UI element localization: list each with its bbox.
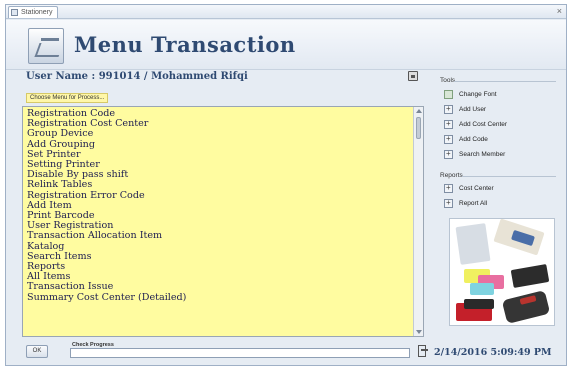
plus-icon bbox=[444, 104, 453, 114]
side-button-add-user[interactable]: Add User bbox=[444, 104, 554, 116]
stationery-image bbox=[449, 218, 555, 326]
document-tab[interactable]: Stationery bbox=[8, 6, 58, 18]
title-bar: Stationery × bbox=[6, 5, 566, 19]
side-button-label: Add Cost Center bbox=[459, 121, 508, 128]
side-button-search-member[interactable]: Search Member bbox=[444, 149, 554, 161]
vertical-scrollbar[interactable] bbox=[413, 107, 423, 336]
menu-item[interactable]: Registration Error Code bbox=[27, 190, 419, 201]
datetime-display: 2/14/2016 5:09:49 PM bbox=[434, 347, 552, 358]
stapler-shape bbox=[510, 264, 550, 288]
ok-button[interactable]: OK bbox=[26, 345, 48, 358]
close-icon[interactable]: × bbox=[557, 5, 562, 18]
side-button-add-cost-center[interactable]: Add Cost Center bbox=[444, 119, 554, 131]
plus-icon bbox=[444, 134, 453, 144]
form-icon bbox=[11, 9, 18, 16]
side-button-label: Cost Center bbox=[459, 185, 494, 192]
user-name: Mohammed Rifqi bbox=[151, 71, 248, 82]
menu-item[interactable]: Add Grouping bbox=[27, 139, 419, 150]
tab-title: Stationery bbox=[21, 9, 53, 16]
sticky-cyan-shape bbox=[470, 283, 494, 295]
side-button-label: Add Code bbox=[459, 136, 488, 143]
user-info: User Name : 991014 / Mohammed Rifqi bbox=[26, 71, 248, 82]
side-button-label: Report All bbox=[459, 200, 488, 207]
plus-icon bbox=[444, 149, 453, 159]
box-dark-shape bbox=[464, 299, 494, 309]
menu-items: Registration Code Registration Cost Cente… bbox=[23, 107, 423, 305]
menu-hint: Choose Menu for Process... bbox=[26, 93, 109, 103]
pouch-shape bbox=[501, 290, 551, 324]
menu-item[interactable]: Summary Cost Center (Detailed) bbox=[27, 292, 419, 303]
menu-item[interactable]: Reports bbox=[27, 261, 419, 272]
footer-bar: OK Check Progress 2/14/2016 5:09:49 PM bbox=[22, 342, 562, 362]
scroll-thumb[interactable] bbox=[416, 117, 421, 139]
main-panel: User Name : 991014 / Mohammed Rifqi Choo… bbox=[22, 71, 427, 339]
folder-shape bbox=[455, 223, 491, 265]
user-label: User Name : bbox=[26, 71, 99, 82]
scroll-down-icon[interactable] bbox=[416, 330, 422, 334]
side-button-add-code[interactable]: Add Code bbox=[444, 134, 554, 146]
print-icon[interactable] bbox=[408, 71, 418, 81]
menu-item[interactable]: Transaction Allocation Item bbox=[27, 231, 419, 241]
side-panel: Tools Change Font Add User Add Cost Center… bbox=[436, 77, 558, 339]
side-button-change-font[interactable]: Change Font bbox=[444, 89, 554, 101]
menu-item[interactable]: Search Items bbox=[27, 251, 419, 262]
reports-divider bbox=[462, 176, 556, 177]
side-button-report-all[interactable]: Report All bbox=[444, 198, 554, 210]
font-icon bbox=[444, 90, 453, 99]
side-button-label: Change Font bbox=[459, 91, 497, 98]
exit-icon[interactable] bbox=[418, 345, 428, 357]
plus-icon bbox=[444, 198, 453, 208]
tools-divider bbox=[454, 81, 556, 82]
reports-group-label: Reports bbox=[440, 172, 463, 179]
page-title: Menu Transaction bbox=[74, 32, 296, 57]
side-button-label: Add User bbox=[459, 106, 487, 113]
plus-icon bbox=[444, 183, 453, 193]
user-id: 991014 bbox=[98, 71, 141, 82]
plus-icon bbox=[444, 119, 453, 129]
user-separator: / bbox=[140, 71, 152, 82]
side-button-label: Search Member bbox=[459, 151, 506, 158]
scroll-up-icon[interactable] bbox=[416, 109, 422, 113]
progress-bar bbox=[70, 348, 410, 358]
header-banner: Menu Transaction bbox=[6, 20, 566, 70]
menu-listbox[interactable]: Registration Code Registration Cost Cente… bbox=[22, 106, 424, 337]
app-logo-icon bbox=[28, 28, 64, 64]
tools-group-label: Tools bbox=[440, 77, 456, 84]
side-button-cost-center[interactable]: Cost Center bbox=[444, 183, 554, 195]
